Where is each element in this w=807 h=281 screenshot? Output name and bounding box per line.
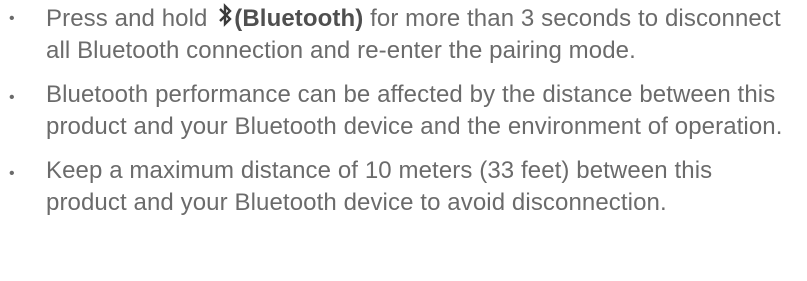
bullet-marker: • — [9, 10, 15, 27]
list-item-performance: • Bluetooth performance can be affected … — [0, 79, 807, 142]
bluetooth-label: (Bluetooth) — [234, 5, 364, 32]
bullet-marker: • — [9, 165, 15, 182]
item-text-prefix: Press and hold — [46, 5, 215, 32]
bullet-marker: • — [9, 89, 15, 106]
item-text: Keep a maximum distance of 10 meters (33… — [46, 157, 713, 216]
instruction-list: • Press and hold (Bluetooth) for more th… — [0, 0, 807, 218]
list-item-press-hold: • Press and hold (Bluetooth) for more th… — [0, 0, 807, 66]
bluetooth-icon — [218, 3, 232, 27]
list-item-distance: • Keep a maximum distance of 10 meters (… — [0, 155, 807, 218]
item-text: Bluetooth performance can be affected by… — [46, 81, 783, 140]
